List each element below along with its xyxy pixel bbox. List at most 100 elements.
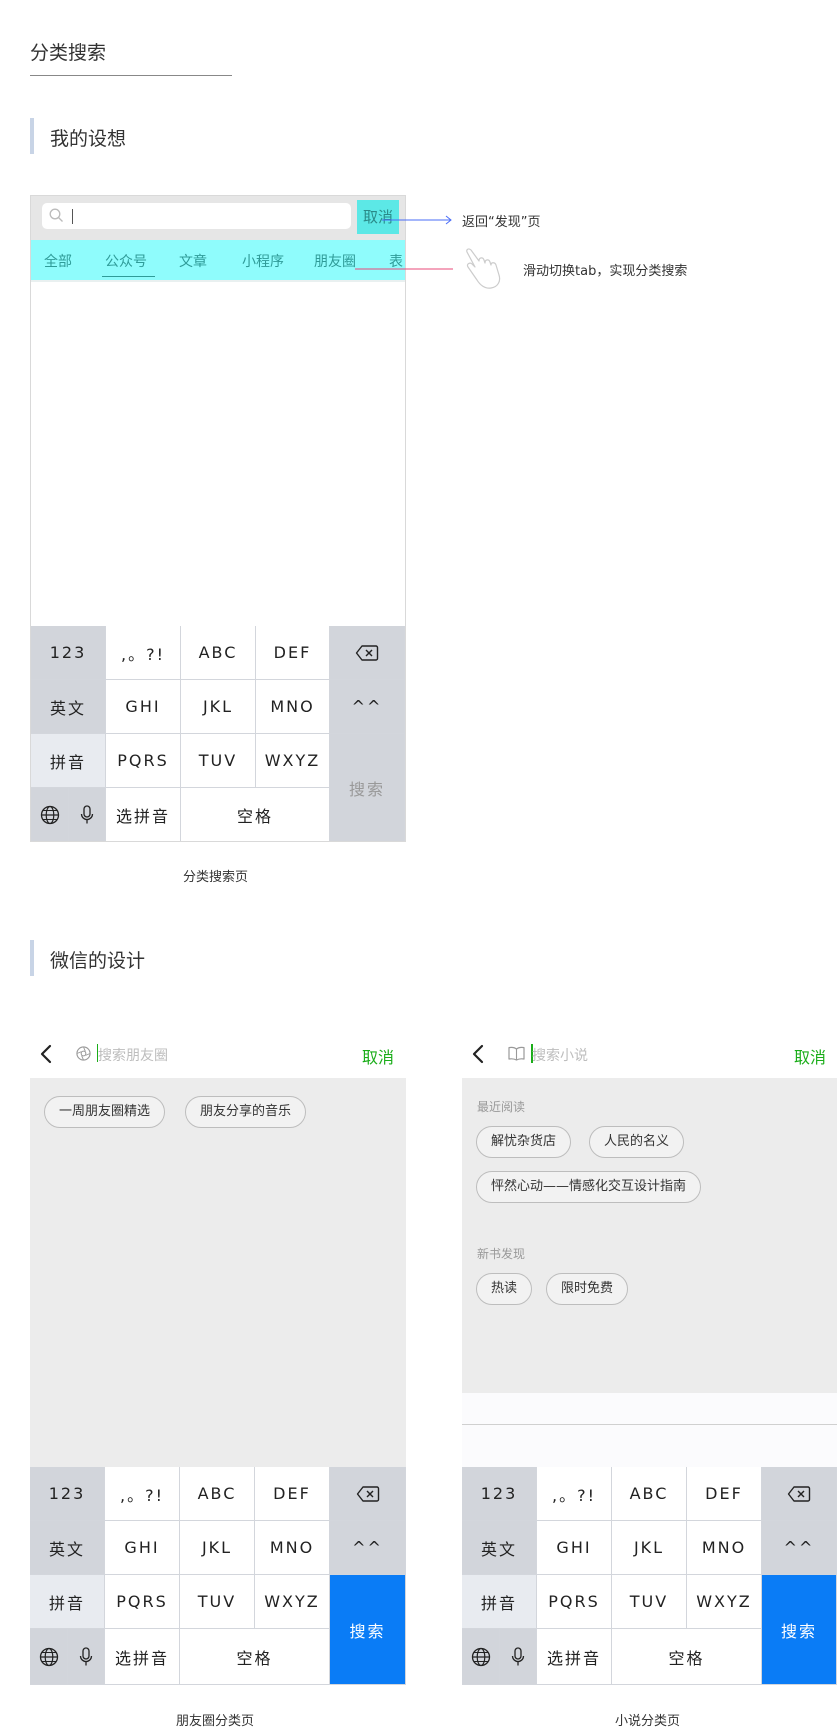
key-backspace[interactable] <box>762 1467 837 1521</box>
book-icon <box>508 1046 525 1061</box>
annotation-swipe: 滑动切换tab，实现分类搜索 <box>523 264 688 279</box>
mockup-novel-search: 搜索小说 取消 最近阅读 解忧杂货店 人民的名义 怦然心动——情感化交互设计指南… <box>462 1030 837 1685</box>
key-jkl[interactable]: JKL <box>180 1521 255 1575</box>
search-bar: 取消 <box>31 196 405 240</box>
key-mic[interactable] <box>68 1629 105 1685</box>
key-emoticon[interactable]: ^^ <box>330 1521 406 1575</box>
key-ghi[interactable]: GHI <box>537 1521 612 1575</box>
search-input[interactable]: 搜索朋友圈 <box>98 1045 168 1065</box>
key-mno[interactable]: MNO <box>255 1521 330 1575</box>
key-abc[interactable]: ABC <box>612 1467 687 1521</box>
key-punct[interactable]: ,。?! <box>537 1467 612 1521</box>
category-tabs: 全部 公众号 文章 小程序 朋友圈 表 <box>31 240 405 280</box>
chip-weekly-picks[interactable]: 一周朋友圈精选 <box>44 1096 166 1128</box>
key-space[interactable]: 空格 <box>612 1629 762 1685</box>
nav-bar: 搜索朋友圈 取消 <box>30 1030 406 1078</box>
key-globe[interactable] <box>31 788 69 841</box>
annotation-lines <box>355 215 453 270</box>
back-chevron-icon[interactable] <box>472 1044 484 1064</box>
section-title-wechat: 微信的设计 <box>50 950 146 972</box>
key-pinyin[interactable]: 拼音 <box>30 1575 105 1629</box>
key-def[interactable]: DEF <box>255 1467 330 1521</box>
key-pqrs[interactable]: PQRS <box>106 734 181 788</box>
chip-free[interactable]: 限时免费 <box>546 1273 629 1305</box>
key-def[interactable]: DEF <box>256 626 330 680</box>
key-space[interactable]: 空格 <box>181 788 330 841</box>
key-123[interactable]: 123 <box>462 1467 537 1521</box>
tab-articles[interactable]: 文章 <box>179 251 207 271</box>
key-wxyz[interactable]: WXYZ <box>687 1575 762 1629</box>
caption-moments: 朋友圈分类页 <box>176 1714 255 1729</box>
key-jkl[interactable]: JKL <box>181 680 256 734</box>
key-globe[interactable] <box>462 1629 500 1685</box>
key-mno[interactable]: MNO <box>687 1521 762 1575</box>
key-select-pinyin[interactable]: 选拼音 <box>537 1629 612 1685</box>
chip-hot[interactable]: 热读 <box>476 1273 533 1305</box>
key-wxyz[interactable]: WXYZ <box>256 734 330 788</box>
keyboard: 123 ,。?! ABC DEF 英文 GHI JKL MNO ^^ 拼音 PQ… <box>31 626 405 841</box>
key-mic[interactable] <box>500 1629 537 1685</box>
globe-icon <box>39 1647 58 1666</box>
back-chevron-icon[interactable] <box>40 1044 52 1064</box>
key-english[interactable]: 英文 <box>462 1521 537 1575</box>
cancel-button[interactable]: 取消 <box>362 1044 394 1068</box>
key-123[interactable]: 123 <box>31 626 106 680</box>
key-search[interactable]: 搜索 <box>330 1575 406 1685</box>
key-emoticon[interactable]: ^^ <box>762 1521 837 1575</box>
key-english[interactable]: 英文 <box>30 1521 105 1575</box>
key-english[interactable]: 英文 <box>31 680 106 734</box>
keyboard: 123 ,。?! ABC DEF 英文 GHI JKL MNO ^^ 拼音 PQ… <box>30 1467 406 1685</box>
key-punct[interactable]: ,。?! <box>105 1467 180 1521</box>
tab-mini-programs[interactable]: 小程序 <box>242 251 284 271</box>
section-title-idea: 我的设想 <box>50 128 127 150</box>
text-caret <box>72 209 73 224</box>
search-input[interactable]: 搜索小说 <box>532 1045 588 1065</box>
key-select-pinyin[interactable]: 选拼音 <box>105 1629 180 1685</box>
annotation-cancel: 返回“发现”页 <box>462 215 541 230</box>
title-underline <box>30 75 232 76</box>
new-books-label: 新书发现 <box>477 1247 526 1261</box>
blank-area <box>462 1393 837 1467</box>
key-punct[interactable]: ,。?! <box>106 626 181 680</box>
key-ghi[interactable]: GHI <box>105 1521 180 1575</box>
key-pinyin[interactable]: 拼音 <box>31 734 106 788</box>
key-abc[interactable]: ABC <box>181 626 256 680</box>
cancel-button[interactable]: 取消 <box>794 1044 826 1068</box>
active-tab-indicator <box>102 276 155 277</box>
key-select-pinyin[interactable]: 选拼音 <box>106 788 181 841</box>
key-space[interactable]: 空格 <box>180 1629 330 1685</box>
chip-book-1[interactable]: 解忧杂货店 <box>476 1126 572 1158</box>
key-123[interactable]: 123 <box>30 1467 105 1521</box>
key-def[interactable]: DEF <box>687 1467 762 1521</box>
key-mno[interactable]: MNO <box>256 680 330 734</box>
key-abc[interactable]: ABC <box>180 1467 255 1521</box>
page-title: 分类搜索 <box>30 42 107 64</box>
tab-official-accounts[interactable]: 公众号 <box>105 251 147 271</box>
mockup-moments-search: 搜索朋友圈 取消 一周朋友圈精选 朋友分享的音乐 123 ,。?! ABC DE… <box>30 1030 406 1685</box>
key-wxyz[interactable]: WXYZ <box>255 1575 330 1629</box>
key-pqrs[interactable]: PQRS <box>105 1575 180 1629</box>
globe-icon <box>471 1647 490 1666</box>
key-backspace[interactable] <box>330 626 405 680</box>
key-tuv[interactable]: TUV <box>181 734 256 788</box>
chip-shared-music[interactable]: 朋友分享的音乐 <box>185 1096 307 1128</box>
key-emoticon[interactable]: ^^ <box>330 680 405 734</box>
key-ghi[interactable]: GHI <box>106 680 181 734</box>
tab-moments[interactable]: 朋友圈 <box>314 251 356 271</box>
chip-book-3[interactable]: 怦然心动——情感化交互设计指南 <box>476 1171 702 1203</box>
key-pqrs[interactable]: PQRS <box>537 1575 612 1629</box>
search-input[interactable] <box>42 203 351 229</box>
key-tuv[interactable]: TUV <box>180 1575 255 1629</box>
section-bar <box>30 940 34 976</box>
key-tuv[interactable]: TUV <box>612 1575 687 1629</box>
key-jkl[interactable]: JKL <box>612 1521 687 1575</box>
key-search[interactable]: 搜索 <box>330 734 405 841</box>
key-backspace[interactable] <box>330 1467 406 1521</box>
key-pinyin[interactable]: 拼音 <box>462 1575 537 1629</box>
tab-all[interactable]: 全部 <box>44 251 72 271</box>
chip-book-2[interactable]: 人民的名义 <box>589 1126 685 1158</box>
key-search[interactable]: 搜索 <box>762 1575 837 1685</box>
search-icon <box>49 208 63 222</box>
key-mic[interactable] <box>69 788 106 841</box>
key-globe[interactable] <box>30 1629 68 1685</box>
